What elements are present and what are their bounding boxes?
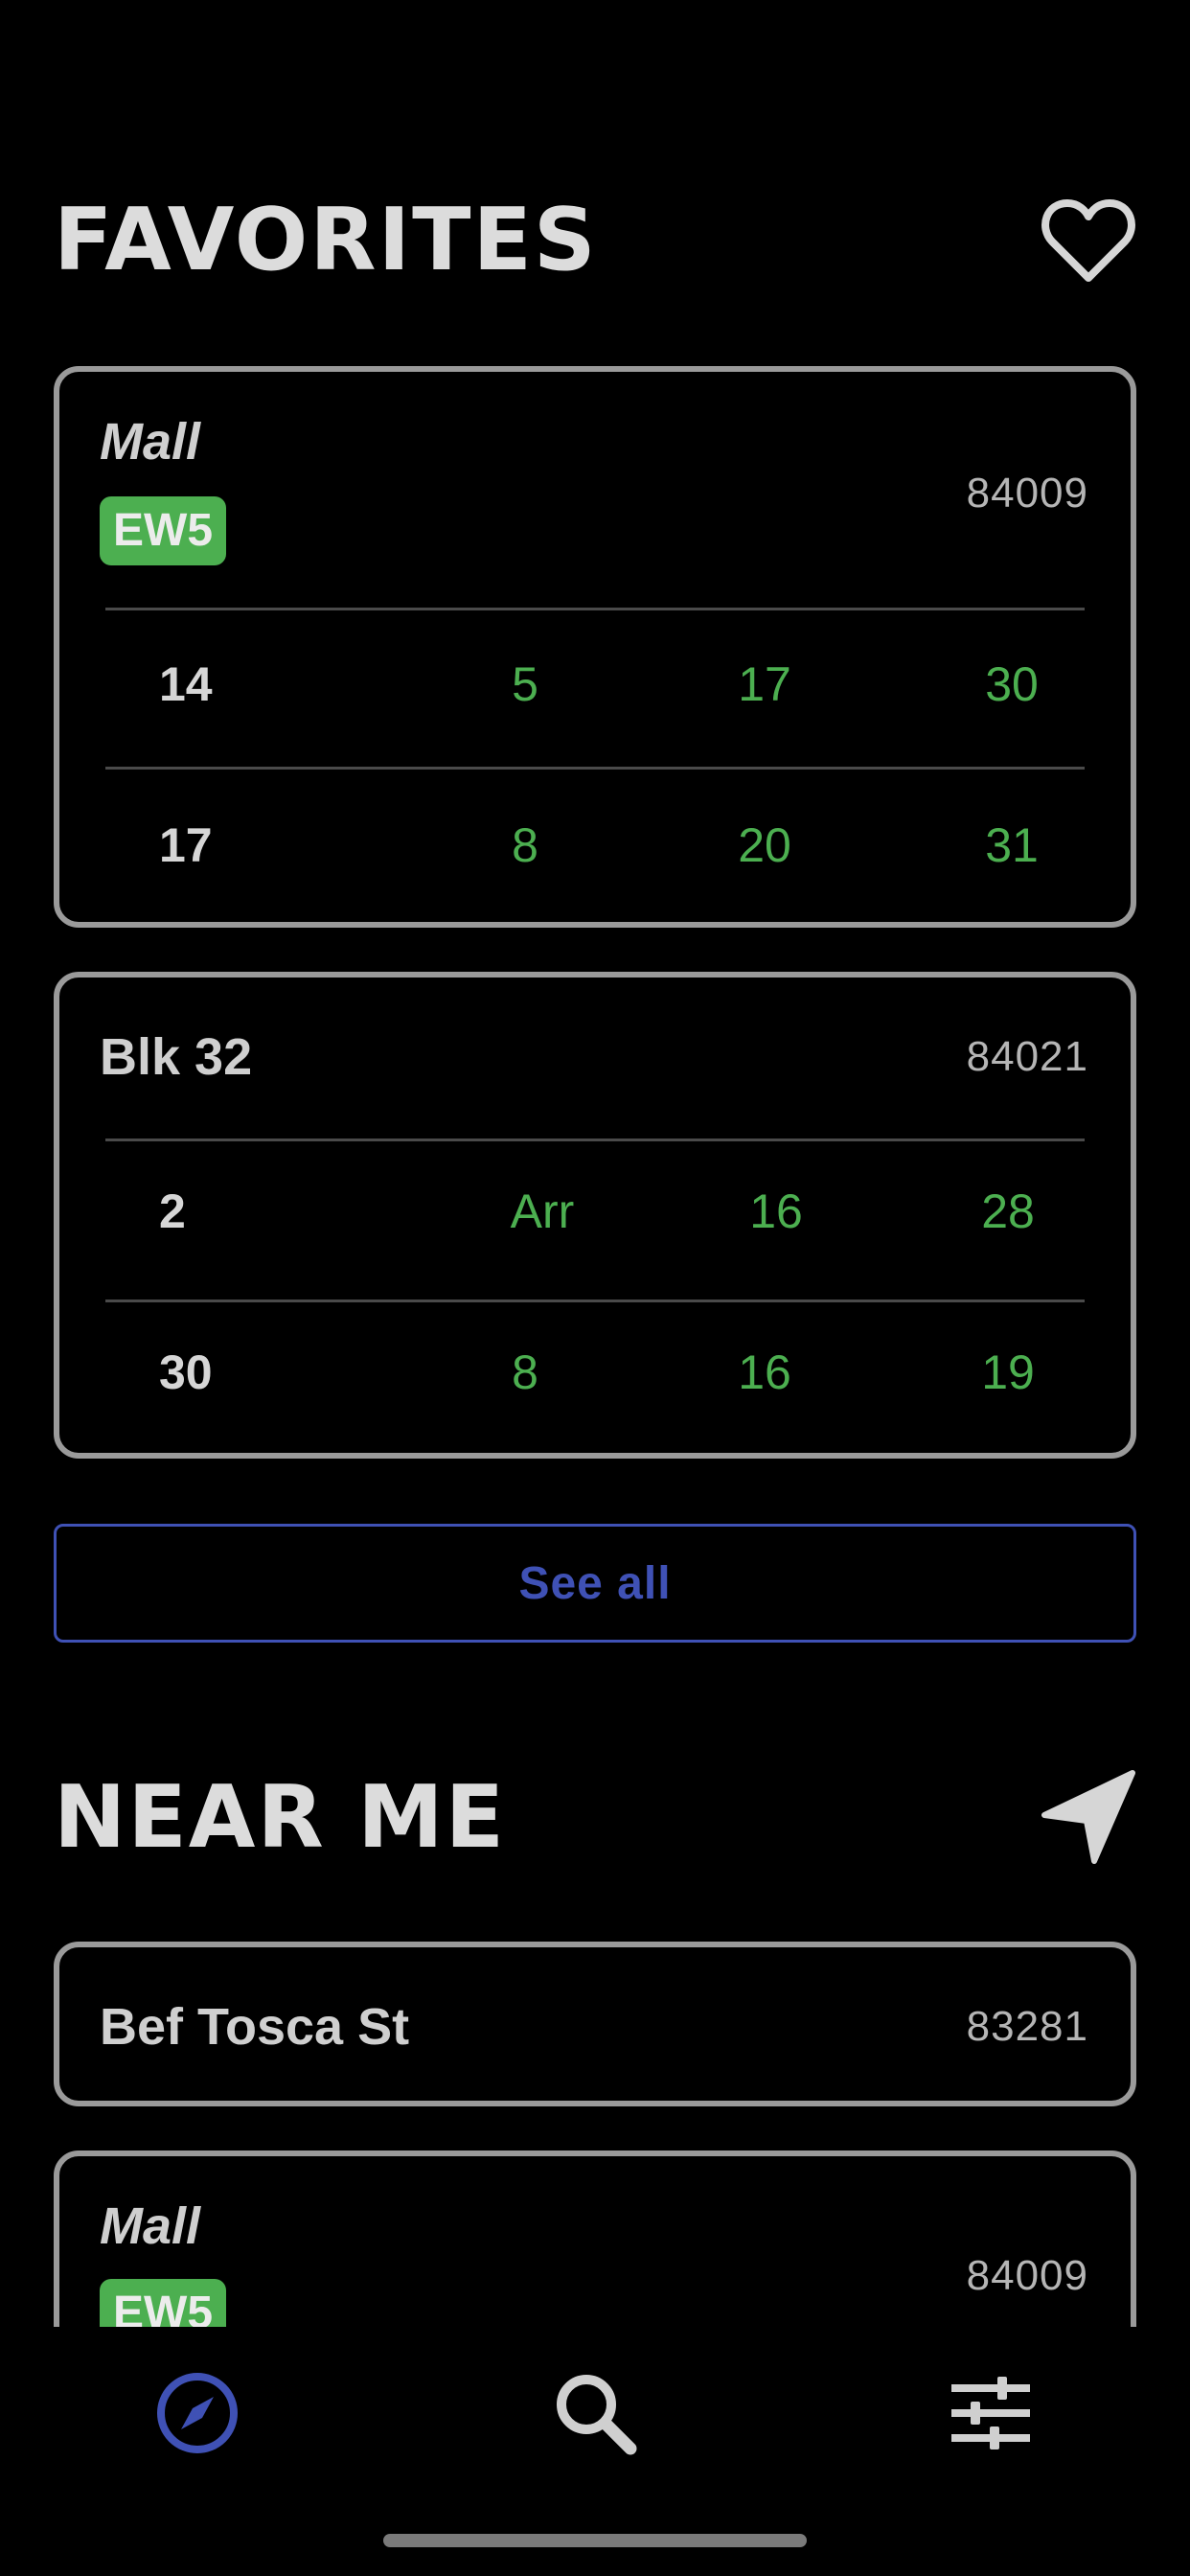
divider [105,1300,1085,1302]
divider [105,767,1085,770]
near-me-header: NEAR ME [54,1760,1136,1874]
stop-code: 83281 [966,2003,1088,2050]
favorite-stop-card-blk-32[interactable]: Blk 32 84021 2 Arr 16 28 30 8 16 19 [54,972,1136,1459]
stop-code: 84009 [966,470,1088,517]
home-indicator [383,2534,807,2547]
see-all-button[interactable]: See all [54,1524,1136,1643]
service-number: 2 [159,1184,186,1238]
line-badge: EW5 [100,496,227,565]
location-arrow-icon[interactable] [1041,1769,1136,1865]
nearby-stop-card-bef-tosca-st[interactable]: Bef Tosca St 83281 [54,1942,1136,2106]
divider [105,608,1085,610]
arrival-time: 8 [512,1346,538,1399]
divider [105,1138,1085,1141]
arrival-time: 30 [985,657,1039,711]
arrival-time: Arr [510,1184,575,1238]
arrival-time: 16 [749,1184,803,1238]
tab-search[interactable] [547,2367,643,2463]
stop-name: Bef Tosca St [100,1998,410,2056]
arrival-time: 28 [981,1184,1035,1238]
arrival-time: 17 [738,657,791,711]
arrival-time: 31 [985,818,1039,872]
heart-icon[interactable] [1041,196,1136,284]
favorite-stop-card-mall[interactable]: Mall 84009 EW5 14 5 17 30 17 8 20 31 [54,366,1136,928]
favorites-header: FAVORITES [54,182,1136,297]
favorites-title: FAVORITES [54,189,598,290]
service-number: 17 [159,818,213,872]
stop-name: Mall [100,2197,201,2255]
service-number: 14 [159,657,213,711]
near-me-title: NEAR ME [54,1766,507,1868]
tab-settings[interactable] [943,2367,1039,2463]
compass-icon [154,2370,240,2461]
stop-code: 84021 [966,1033,1088,1080]
stop-name: Blk 32 [100,1028,253,1086]
arrival-time: 8 [512,818,538,872]
arrival-time: 20 [738,818,791,872]
sliders-icon [948,2375,1034,2456]
tab-explore[interactable] [149,2367,245,2463]
stop-name: Mall [100,413,201,471]
arrival-time: 16 [738,1346,791,1399]
arrival-time: 19 [981,1346,1035,1399]
search-icon [552,2370,638,2461]
stop-code: 84009 [966,2252,1088,2299]
arrival-time: 5 [512,657,538,711]
service-number: 30 [159,1346,213,1399]
